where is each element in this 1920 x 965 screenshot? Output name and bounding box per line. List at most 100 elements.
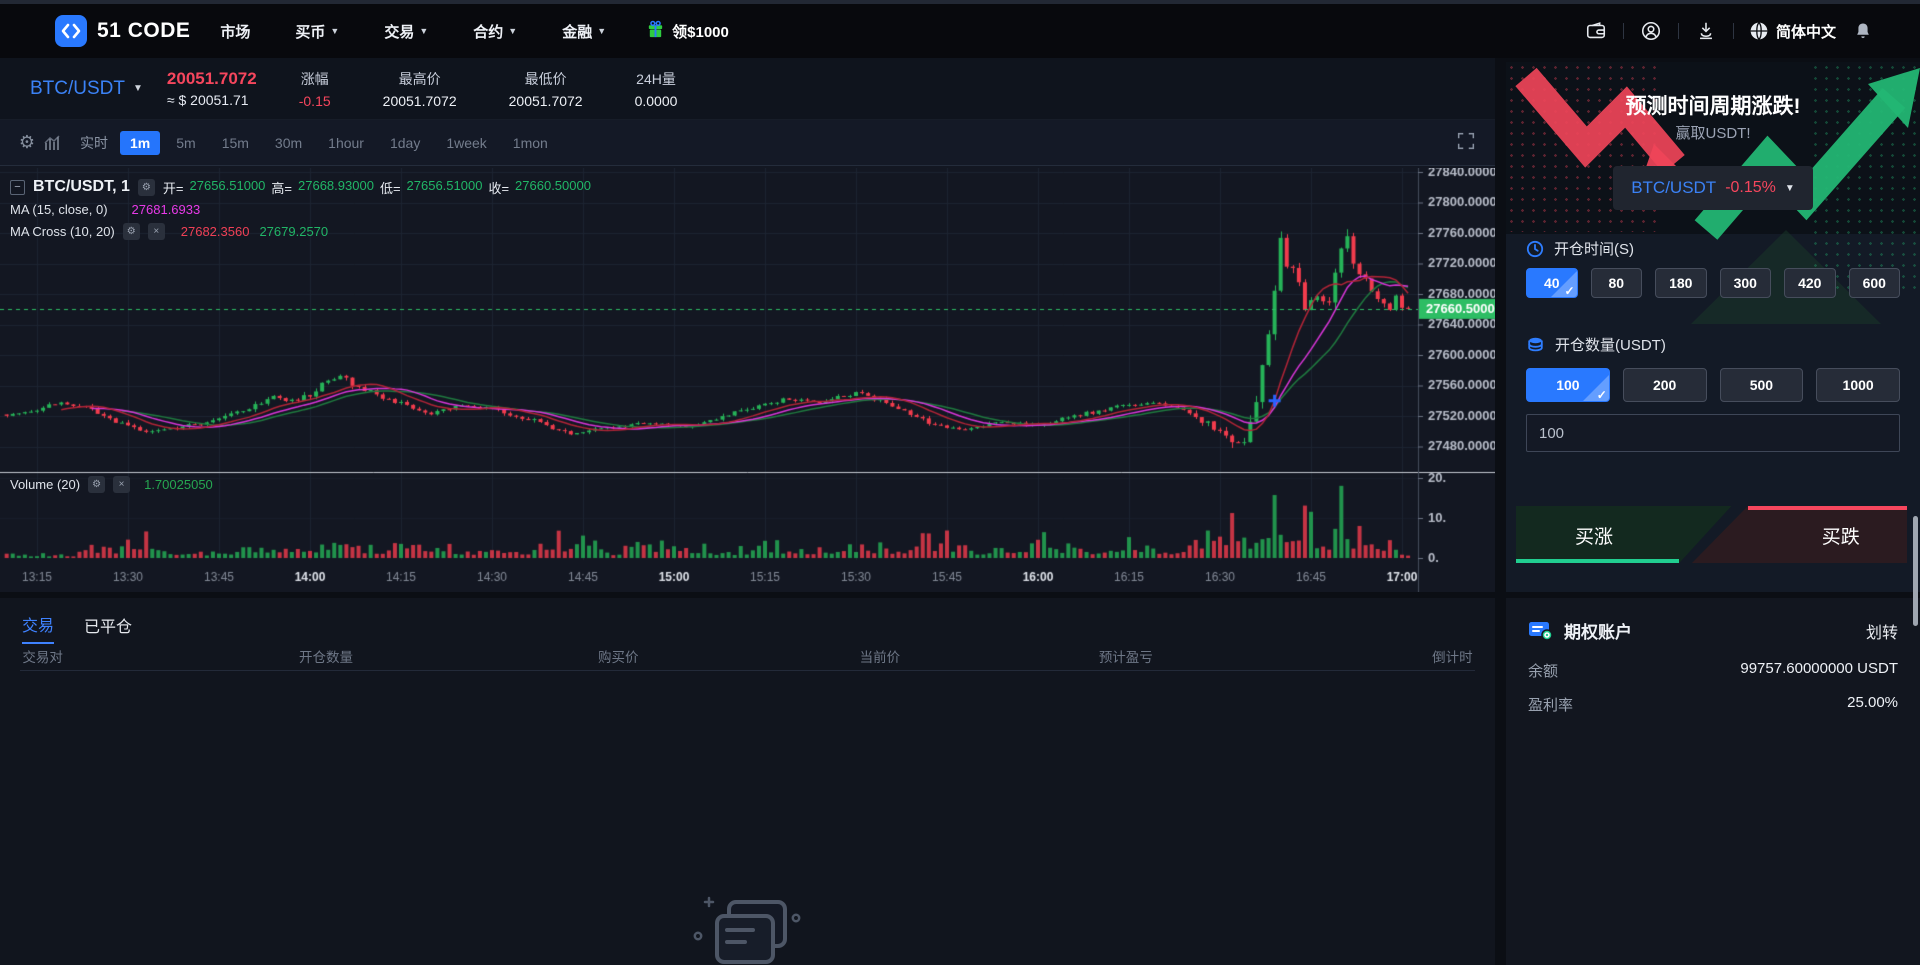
chart-toolbar: ⚙ 实时 1m5m 15m30m1hour1day1week 1mon [0,120,1495,166]
timeframe-1hour[interactable]: 1hour [318,131,374,155]
legend-symbol: BTC/USDT, 1 [33,178,130,196]
logo[interactable]: 51 CODE [55,15,190,47]
banner-title: 预测时间周期涨跌! [1506,90,1920,120]
chart-panel: ⚙ 实时 1m5m 15m30m1hour1day1week 1mon − BTC/… [0,120,1495,592]
ohlc-value: 27656.51000 [407,178,483,197]
banner-subtitle: 赢取USDT! [1506,122,1920,143]
timeframe-30m[interactable]: 30m [265,131,312,155]
transfer-link[interactable]: 划转 [1866,619,1898,643]
download-icon[interactable] [1694,19,1718,43]
settings-gear-icon[interactable]: ⚙ [14,130,40,156]
fullscreen-icon[interactable] [1455,130,1477,157]
language-selector[interactable]: 简体中文 [1749,21,1836,42]
user-icon[interactable] [1639,19,1663,43]
option-200[interactable]: 200 [1623,368,1707,402]
bell-icon[interactable] [1851,19,1875,43]
ohlc-value: 27656.51000 [190,178,266,197]
chevron-down-icon: ▼ [508,26,517,36]
ma-cross-value: 27679.2570 [259,224,328,239]
nav-item-合约[interactable]: 合约▼ [473,21,517,42]
ticker-bar: BTC/USDT ▼ 20051.7072 ≈ $ 20051.71 涨幅-0.… [0,58,1495,120]
globe-icon [1749,21,1769,41]
timeframe-15m[interactable]: 15m [212,131,259,155]
option-100[interactable]: 100 [1526,368,1610,402]
legend-gear-icon[interactable]: ⚙ [138,179,155,196]
buy-down-button[interactable]: 买跌 [1692,506,1907,563]
stat-label: 最低价 [509,69,583,89]
nav-item-交易[interactable]: 交易▼ [384,21,428,42]
option-500[interactable]: 500 [1720,368,1804,402]
tab-交易[interactable]: 交易 [22,612,54,644]
nav-right: 简体中文 [1584,19,1875,43]
nav-item-金融[interactable]: 金融▼ [562,21,606,42]
volume-close-icon[interactable]: × [113,476,130,493]
stat-label: 最高价 [383,69,457,89]
realtime-toggle[interactable]: 实时 [80,133,108,153]
trade-pair-change: -0.15% [1725,179,1776,197]
option-300[interactable]: 300 [1720,268,1772,298]
volume-gear-icon[interactable]: ⚙ [88,476,105,493]
chevron-down-icon: ▼ [597,26,606,36]
orders-header-2: 开仓数量 [299,646,353,666]
ohlc-label: 低= [380,178,401,197]
price-fiat: ≈ $ 20051.71 [167,92,257,108]
orders-header-6: 倒计时 [1432,646,1473,666]
chevron-down-icon: ▼ [330,26,339,36]
stat-value: 20051.7072 [509,93,583,109]
amount-input[interactable] [1526,414,1900,452]
open-amount-section-label: 开仓数量(USDT) [1526,334,1666,355]
trade-pair-selector[interactable]: BTC/USDT -0.15% ▼ [1613,166,1813,210]
pair-selector[interactable]: BTC/USDT ▼ [30,78,143,100]
ohlc-label: 高= [271,178,292,197]
volume-legend: Volume (20) ⚙ × 1.70025050 [10,476,213,493]
indicator-chart-icon[interactable] [40,130,66,156]
nav-item-市场[interactable]: 市场 [220,21,250,42]
legend-collapse-icon[interactable]: − [10,180,25,195]
option-420[interactable]: 420 [1784,268,1836,298]
orders-header-4: 当前价 [860,646,901,666]
timeframe-1m[interactable]: 1m [120,131,160,155]
price-block: 20051.7072 ≈ $ 20051.71 [167,69,257,108]
chevron-down-icon: ▼ [419,26,428,36]
timeframe-1mon[interactable]: 1mon [503,131,558,155]
logo-icon [55,15,87,47]
nav-item-label: 市场 [220,21,250,42]
account-title: 期权账户 [1564,618,1632,643]
header-divider [20,670,1475,671]
option-1000[interactable]: 1000 [1816,368,1900,402]
ma-cross-label: MA Cross (10, 20) [10,224,115,239]
ohlc-label: 开= [163,178,184,197]
app: 51 CODE 市场买币▼交易▼合约▼金融▼ 领$1000 简体中 [0,0,1920,965]
timeframe-1day[interactable]: 1day [380,131,430,155]
account-panel: 期权账户 划转 余额99757.60000000 USDT盈利率25.00% [1506,598,1920,965]
account-row: 余额99757.60000000 USDT [1528,660,1898,681]
timeframe-5m[interactable]: 5m [166,131,205,155]
ma-cross-gear-icon[interactable]: ⚙ [123,223,140,240]
orders-header-1: 交易对 [22,646,63,666]
option-40[interactable]: 40 [1526,268,1578,298]
stat-label: 涨幅 [299,69,331,89]
ma-cross-close-icon[interactable]: × [148,223,165,240]
nav-item-买币[interactable]: 买币▼ [295,21,339,42]
account-row-value: 99757.60000000 USDT [1740,660,1898,681]
legend-ohlc: 开=27656.51000高=27668.93000低=27656.51000收… [163,178,591,197]
tab-已平仓[interactable]: 已平仓 [84,612,132,644]
ma-cross-value: 27682.3560 [181,224,250,239]
option-600[interactable]: 600 [1849,268,1901,298]
ohlc-label: 收= [488,178,509,197]
orders-header-3: 购买价 [598,646,639,666]
wallet-icon[interactable] [1584,19,1608,43]
timeframe-1week[interactable]: 1week [436,131,496,155]
scrollbar-thumb[interactable] [1913,516,1918,626]
promo-bonus[interactable]: 领$1000 [646,20,729,43]
ticker-stat: 涨幅-0.15 [299,69,331,109]
ohlc-value: 27660.50000 [515,178,591,197]
ticker-stat: 最高价20051.7072 [383,69,457,109]
option-80[interactable]: 80 [1591,268,1643,298]
pair-name: BTC/USDT [30,78,125,100]
language-label: 简体中文 [1776,21,1836,42]
option-180[interactable]: 180 [1655,268,1707,298]
orders-header-5: 预计盈亏 [1099,646,1153,666]
gift-icon [646,20,665,43]
divider [1678,23,1679,39]
